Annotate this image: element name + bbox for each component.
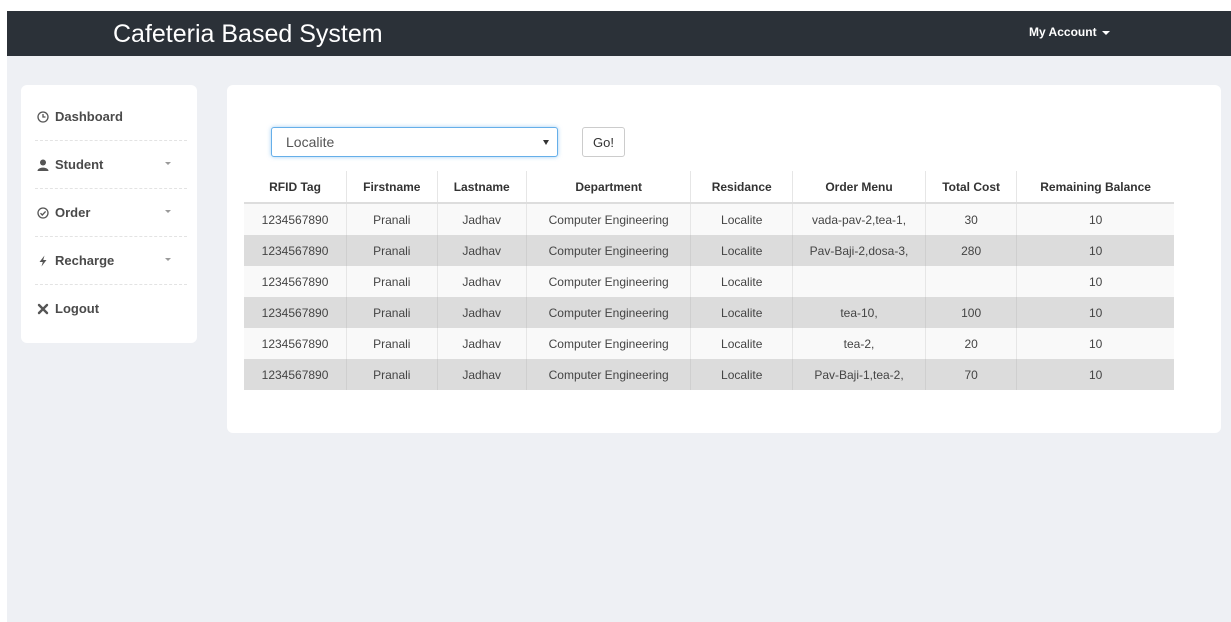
cell-firstname: Pranali xyxy=(346,297,438,328)
caret-down-icon xyxy=(1101,31,1110,35)
sidebar-item-label: Recharge xyxy=(55,253,115,268)
top-navbar: Cafeteria Based System My Account xyxy=(7,11,1231,56)
cell-residance: Localite xyxy=(690,297,793,328)
sidebar-item-student[interactable]: Student xyxy=(35,141,187,189)
sidebar-item-dashboard[interactable]: Dashboard xyxy=(35,93,187,141)
cell-total-cost xyxy=(925,266,1017,297)
chevron-down-icon xyxy=(165,258,171,261)
cell-order-menu: tea-10, xyxy=(791,297,926,328)
cell-department: Computer Engineering xyxy=(525,235,691,266)
table-row: 1234567890 Pranali Jadhav Computer Engin… xyxy=(244,203,1174,235)
chevron-down-icon xyxy=(165,210,171,213)
column-header[interactable]: Total Cost xyxy=(925,171,1017,204)
cell-firstname: Pranali xyxy=(346,328,438,359)
cell-residance: Localite xyxy=(690,235,793,266)
cell-rfid: 1234567890 xyxy=(244,359,347,390)
cell-department: Computer Engineering xyxy=(525,266,691,297)
cell-total-cost: 280 xyxy=(925,235,1017,266)
user-icon xyxy=(35,159,51,171)
residence-select-value: Localite xyxy=(286,134,335,150)
main-panel: Localite Go! RFID Tag Firstname Lastname… xyxy=(227,85,1221,433)
table-row: 1234567890 Pranali Jadhav Computer Engin… xyxy=(244,297,1174,328)
cell-remaining-balance: 10 xyxy=(1016,203,1174,235)
table-header-row: RFID Tag Firstname Lastname Department R… xyxy=(244,171,1174,204)
app-frame: Cafeteria Based System My Account Dashbo… xyxy=(7,11,1231,622)
app-title: Cafeteria Based System xyxy=(113,20,383,48)
cell-total-cost: 20 xyxy=(925,328,1017,359)
check-circle-icon xyxy=(35,206,51,219)
cell-department: Computer Engineering xyxy=(525,328,691,359)
cell-order-menu xyxy=(791,266,926,297)
cell-total-cost: 70 xyxy=(925,359,1017,390)
sidebar-item-recharge[interactable]: Recharge xyxy=(35,237,187,285)
cell-remaining-balance: 10 xyxy=(1016,328,1174,359)
cell-total-cost: 100 xyxy=(925,297,1017,328)
cell-lastname: Jadhav xyxy=(436,328,527,359)
my-account-label: My Account xyxy=(1029,25,1097,39)
sidebar-item-order[interactable]: Order xyxy=(35,189,187,237)
orders-table: RFID Tag Firstname Lastname Department R… xyxy=(244,171,1174,390)
cell-residance: Localite xyxy=(690,328,793,359)
cell-remaining-balance: 10 xyxy=(1016,359,1174,390)
cell-department: Computer Engineering xyxy=(525,203,691,235)
cell-total-cost: 30 xyxy=(925,203,1017,235)
column-header[interactable]: RFID Tag xyxy=(244,171,347,204)
cell-residance: Localite xyxy=(690,266,793,297)
cell-remaining-balance: 10 xyxy=(1016,266,1174,297)
sidebar-item-label: Dashboard xyxy=(55,109,123,124)
cell-rfid: 1234567890 xyxy=(244,203,347,235)
cell-department: Computer Engineering xyxy=(525,297,691,328)
cell-order-menu: tea-2, xyxy=(791,328,926,359)
residence-select[interactable]: Localite xyxy=(271,127,558,157)
chevron-down-icon xyxy=(165,162,171,165)
sidebar-item-label: Student xyxy=(55,157,104,172)
table-row: 1234567890 Pranali Jadhav Computer Engin… xyxy=(244,266,1174,297)
cell-order-menu: Pav-Baji-2,dosa-3, xyxy=(791,235,926,266)
sidebar: Dashboard Student Order Recharge Logout xyxy=(21,85,197,343)
cell-department: Computer Engineering xyxy=(525,359,691,390)
cell-residance: Localite xyxy=(690,203,793,235)
column-header[interactable]: Firstname xyxy=(346,171,438,204)
cell-rfid: 1234567890 xyxy=(244,235,347,266)
column-header[interactable]: Lastname xyxy=(436,171,527,204)
cell-firstname: Pranali xyxy=(346,359,438,390)
cell-rfid: 1234567890 xyxy=(244,297,347,328)
close-icon xyxy=(35,303,51,315)
cell-remaining-balance: 10 xyxy=(1016,297,1174,328)
cell-lastname: Jadhav xyxy=(436,297,527,328)
column-header[interactable]: Department xyxy=(525,171,691,204)
table-row: 1234567890 Pranali Jadhav Computer Engin… xyxy=(244,328,1174,359)
my-account-dropdown[interactable]: My Account xyxy=(1029,24,1110,40)
sidebar-item-label: Order xyxy=(55,205,91,220)
column-header[interactable]: Residance xyxy=(690,171,793,204)
cell-lastname: Jadhav xyxy=(436,359,527,390)
go-button[interactable]: Go! xyxy=(582,127,625,157)
cell-lastname: Jadhav xyxy=(436,235,527,266)
cell-rfid: 1234567890 xyxy=(244,328,347,359)
cell-remaining-balance: 10 xyxy=(1016,235,1174,266)
cell-firstname: Pranali xyxy=(346,235,438,266)
select-arrow-icon xyxy=(543,140,549,145)
cell-order-menu: Pav-Baji-1,tea-2, xyxy=(791,359,926,390)
column-header[interactable]: Remaining Balance xyxy=(1016,171,1174,204)
cell-firstname: Pranali xyxy=(346,266,438,297)
sidebar-item-label: Logout xyxy=(55,301,100,316)
cell-residance: Localite xyxy=(690,359,793,390)
cell-lastname: Jadhav xyxy=(436,266,527,297)
clock-icon xyxy=(35,110,51,123)
table-row: 1234567890 Pranali Jadhav Computer Engin… xyxy=(244,235,1174,266)
cell-rfid: 1234567890 xyxy=(244,266,347,297)
cell-order-menu: vada-pav-2,tea-1, xyxy=(791,203,926,235)
sidebar-item-logout[interactable]: Logout xyxy=(35,285,187,332)
bolt-icon xyxy=(35,255,51,267)
cell-lastname: Jadhav xyxy=(436,203,527,235)
cell-firstname: Pranali xyxy=(346,203,438,235)
table-row: 1234567890 Pranali Jadhav Computer Engin… xyxy=(244,359,1174,390)
column-header[interactable]: Order Menu xyxy=(791,171,926,204)
